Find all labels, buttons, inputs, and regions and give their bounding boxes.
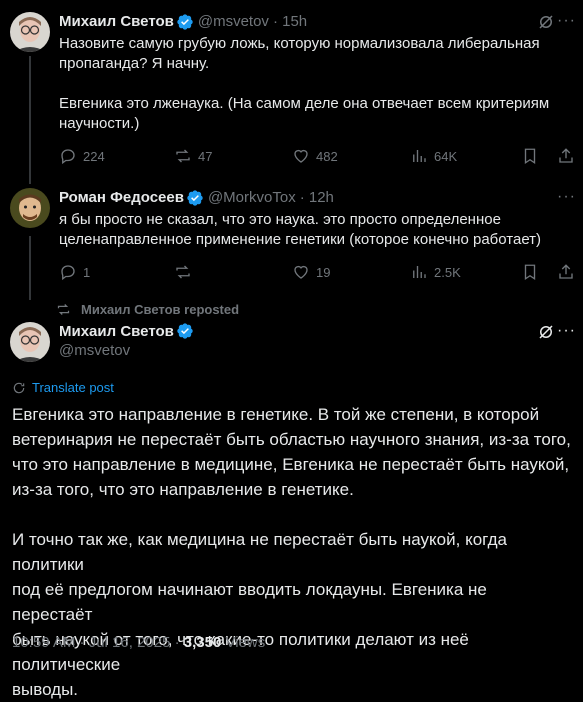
grok-icon[interactable] [537,13,555,31]
verified-badge-icon [177,14,193,30]
repost-label: Михаил Светов reposted [81,302,240,317]
repost-button[interactable]: 47 [174,147,292,165]
repost-icon [176,149,190,163]
reply-icon [61,149,75,165]
views-button[interactable]: 2.5K [410,263,461,281]
translate-icon [13,382,25,393]
tweet-1[interactable]: Михаил Светов @msvetov · 15h ··· Назовит… [0,12,583,172]
share-icon[interactable] [557,147,575,165]
avatar[interactable] [10,12,50,52]
translate-post-link[interactable]: Translate post [12,380,114,395]
post-meta: 10:59 AM · Jul 16, 2025 · 3,350 Views [12,634,265,651]
tweet-text: Назовите самую грубую ложь, которую норм… [59,34,567,134]
repost-icon [176,265,190,279]
post-time[interactable]: · 15h [273,12,307,32]
more-options-icon[interactable]: ··· [557,322,575,340]
main-author-handle[interactable]: @msvetov [59,342,130,359]
verified-badge-icon [177,323,193,339]
text-line: из-за того, что это направление в генети… [12,480,354,499]
more-options-icon[interactable]: ··· [557,12,575,30]
author-handle[interactable]: @MorkvoTox [208,188,296,208]
views-chart-icon [413,150,426,162]
text-line: ветеринария не перестаёт быть областью н… [12,430,571,449]
tweet-header: Роман Федосеев @MorkvoTox · 12h [59,188,334,208]
views-button[interactable]: 64K [410,147,457,165]
avatar[interactable] [10,188,50,228]
verified-badge-icon [187,190,203,206]
repost-button[interactable] [174,263,292,281]
bookmark-icon[interactable] [521,147,539,165]
text-line: пропаганда? Я начну. [59,55,210,72]
views-label: Views [221,634,266,651]
author-name[interactable]: Михаил Светов [59,323,174,340]
post-time[interactable]: · 12h [300,188,334,208]
repost-icon [57,304,70,315]
text-line: научности.) [59,115,140,132]
author-name[interactable]: Роман Федосеев [59,188,184,208]
views-count: 3,350 [183,634,222,651]
author-handle[interactable]: @msvetov [198,12,269,32]
text-line: под её предлогом начинают вводить локдау… [12,580,487,624]
text-line: Евгеника это направление в генетике. В т… [12,405,540,424]
text-line: Назовите самую грубую ложь, которую норм… [59,35,540,52]
tweet-text: я бы просто не сказал, что это наука. эт… [59,210,567,250]
tweet-actions: 224 47 482 64K [59,146,575,166]
repost-indicator[interactable]: Михаил Светов reposted [56,302,239,317]
text-line: И точно так же, как медицина не перестаё… [12,530,507,574]
reply-button[interactable]: 1 [59,263,174,281]
reply-button[interactable]: 224 [59,147,174,165]
author-name[interactable]: Михаил Светов [59,12,174,32]
tweet-actions: 1 19 2.5K [59,262,575,282]
text-line: что это направление в медицине, Евгеника… [12,455,570,474]
translate-label[interactable]: Translate post [32,380,114,395]
views-chart-icon [413,266,426,278]
text-line: целенаправленное применение генетики (ко… [59,231,542,248]
main-tweet-text: Евгеника это направление в генетике. В т… [12,402,571,702]
text-line: Евгеника это лженаука. (На самом деле он… [59,95,550,112]
text-line: я бы просто не сказал, что это наука. эт… [59,211,501,228]
like-button[interactable]: 482 [292,147,410,165]
tweet-2[interactable]: Роман Федосеев @MorkvoTox · 12h ··· я бы… [0,188,583,298]
bookmark-icon[interactable] [521,263,539,281]
grok-icon[interactable] [537,323,555,341]
more-options-icon[interactable]: ··· [557,188,575,206]
heart-icon [294,149,308,163]
avatar[interactable] [10,322,50,362]
like-button[interactable]: 19 [292,263,410,281]
heart-icon [294,265,308,279]
main-author-name[interactable]: Михаил Светов [59,322,194,340]
text-line: выводы. [12,680,79,699]
tweet-header: Михаил Светов @msvetov · 15h [59,12,307,32]
share-icon[interactable] [557,263,575,281]
reply-icon [61,265,75,281]
post-timestamp[interactable]: 10:59 AM · Jul 16, 2025 · [12,634,184,651]
